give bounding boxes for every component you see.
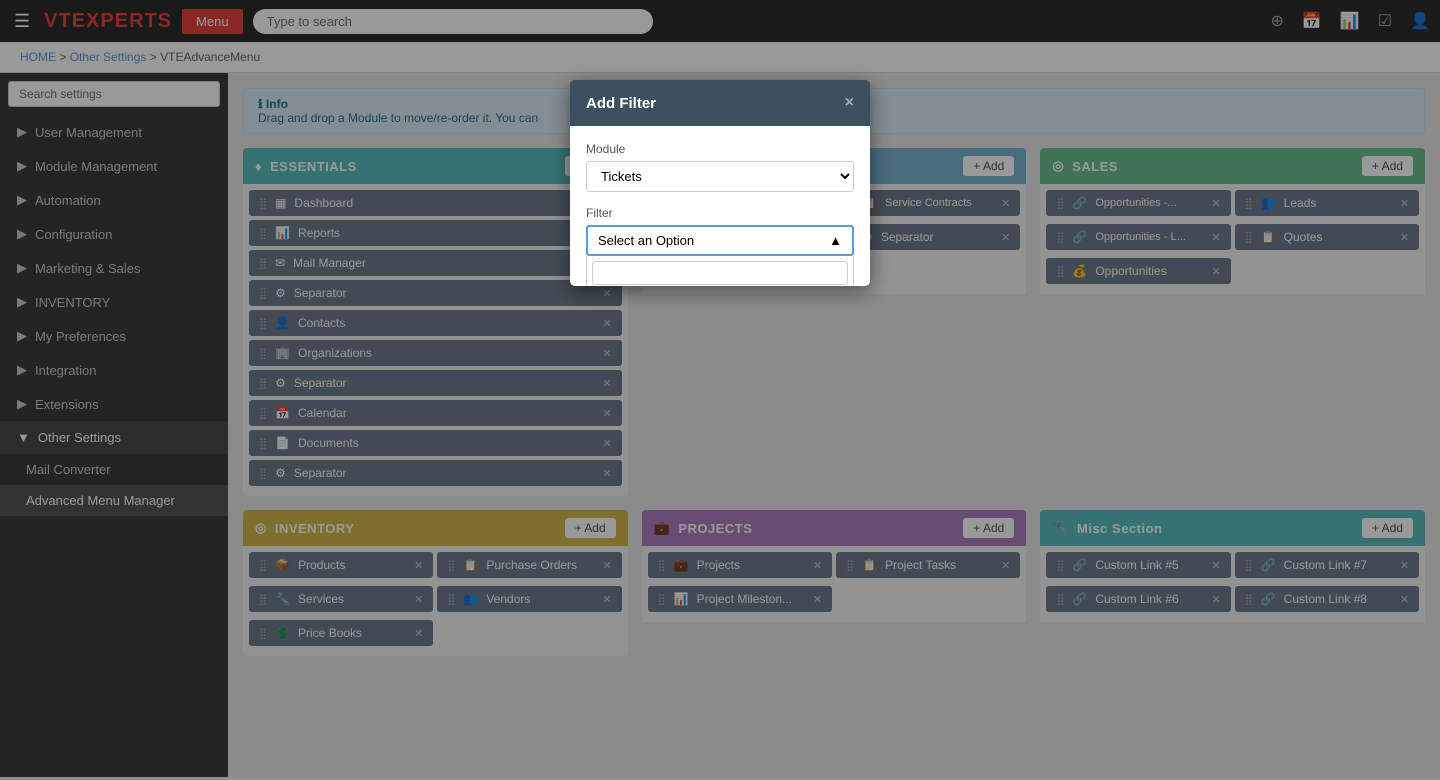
module-select[interactable]: Tickets (586, 161, 854, 192)
filter-selected-value: Select an Option (598, 233, 694, 248)
filter-dropdown-wrapper: Select an Option ▲ 🔍 Select an Option Al… (586, 225, 854, 256)
modal-title: Add Filter (586, 95, 656, 112)
filter-dropdown-list: 🔍 Select an Option All Open Tickets High… (586, 256, 854, 286)
modal-body: Module Tickets Filter Select an Option ▲… (570, 126, 870, 286)
module-form-group: Module Tickets (586, 142, 854, 192)
modal-close-button[interactable]: × (845, 94, 854, 112)
filter-form-group: Filter Select an Option ▲ 🔍 Select an Op… (586, 206, 854, 256)
filter-dropdown-trigger[interactable]: Select an Option ▲ (586, 225, 854, 256)
dropdown-search-wrapper: 🔍 (587, 256, 853, 286)
chevron-up-icon: ▲ (829, 233, 842, 248)
dropdown-search-input[interactable] (592, 261, 848, 285)
filter-label-text: Filter (586, 206, 854, 220)
module-label-text: Module (586, 142, 854, 156)
add-filter-modal: Add Filter × Module Tickets Filter Selec… (570, 80, 870, 286)
modal-header: Add Filter × (570, 80, 870, 126)
modal-overlay[interactable]: Add Filter × Module Tickets Filter Selec… (0, 0, 1440, 780)
